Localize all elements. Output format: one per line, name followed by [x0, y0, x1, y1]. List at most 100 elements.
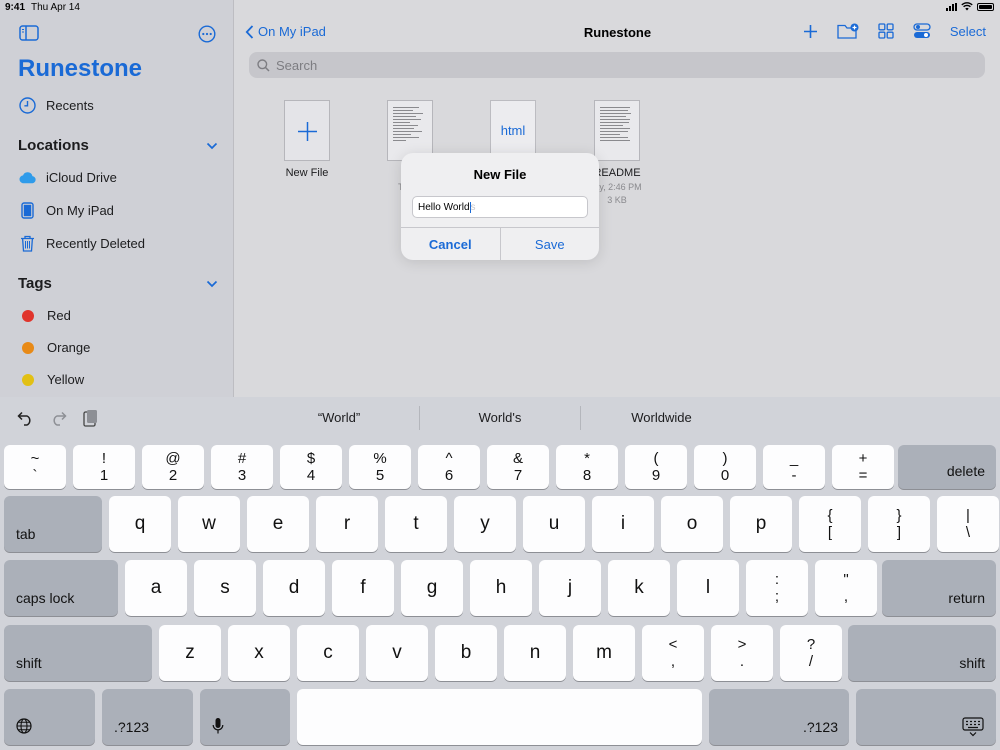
key-1[interactable]: ! 1 — [73, 445, 135, 489]
key-u[interactable]: u — [523, 496, 585, 552]
key-p[interactable]: p — [730, 496, 792, 552]
key-n[interactable]: n — [504, 625, 566, 681]
select-button[interactable]: Select — [950, 24, 986, 39]
key-3[interactable]: #3 — [211, 445, 273, 489]
redo-icon[interactable] — [50, 411, 67, 426]
caps-lock-key[interactable]: caps lock — [4, 560, 118, 616]
shift-left-key[interactable]: shift — [4, 625, 152, 681]
sidebar-tag-orange[interactable]: Orange — [18, 340, 90, 355]
key-k[interactable]: k — [608, 560, 670, 616]
key-6[interactable]: ^ 6 — [418, 445, 480, 489]
key-bottom-label: - — [791, 467, 797, 484]
key-sym-1[interactable]: >. — [711, 625, 773, 681]
key-s[interactable]: s — [194, 560, 256, 616]
key-8[interactable]: * 8 — [556, 445, 618, 489]
chevron-down-icon[interactable] — [206, 280, 218, 288]
chevron-down-icon[interactable] — [206, 142, 218, 150]
new-folder-icon[interactable] — [837, 23, 859, 39]
key-top-label: > — [737, 636, 747, 653]
key-4[interactable]: $4 — [280, 445, 342, 489]
key-0[interactable]: ~ ` — [4, 445, 66, 489]
space-key[interactable] — [297, 689, 702, 745]
key-7[interactable]: & 7 — [487, 445, 549, 489]
key-bracket-1[interactable]: }] — [868, 496, 930, 552]
key-sym-0[interactable]: <, — [642, 625, 704, 681]
file-item-new-file[interactable]: New File — [267, 100, 347, 179]
key-9[interactable]: (9 — [625, 445, 687, 489]
key-g[interactable]: g — [401, 560, 463, 616]
trash-icon — [21, 235, 34, 252]
grid-view-icon[interactable] — [878, 23, 894, 39]
return-key[interactable]: return — [882, 560, 996, 616]
key-bracket-0[interactable]: {[ — [799, 496, 861, 552]
key-y[interactable]: y — [454, 496, 516, 552]
key-m[interactable]: m — [573, 625, 635, 681]
sidebar-tag-red[interactable]: Red — [18, 308, 71, 323]
key-q[interactable]: q — [109, 496, 171, 552]
key-punct-0[interactable]: :; — [746, 560, 808, 616]
sidebar-item-recently-deleted[interactable]: Recently Deleted — [18, 235, 145, 252]
sidebar-tag-yellow[interactable]: Yellow — [18, 372, 84, 387]
key-5[interactable]: % 5 — [349, 445, 411, 489]
settings-toggle-icon[interactable] — [913, 23, 931, 39]
shift-right-key[interactable]: shift — [848, 625, 996, 681]
save-button[interactable]: Save — [501, 228, 600, 260]
more-options-icon[interactable] — [198, 25, 216, 43]
tab-key[interactable]: tab — [4, 496, 102, 552]
key-h[interactable]: h — [470, 560, 532, 616]
file-item-html[interactable]: html — [473, 100, 553, 161]
key-bracket-2[interactable]: | \ — [937, 496, 999, 552]
sidebar-item-label: Orange — [47, 340, 91, 355]
file-name-input[interactable]: Hello World s — [412, 196, 588, 218]
paste-icon[interactable] — [83, 409, 98, 427]
key-sym-2[interactable]: ? / — [780, 625, 842, 681]
suggestion-1[interactable]: “World” — [259, 410, 419, 425]
key-12[interactable]: + = — [832, 445, 894, 489]
key-c[interactable]: c — [297, 625, 359, 681]
delete-key[interactable]: delete — [898, 445, 996, 489]
dictation-key[interactable] — [200, 689, 290, 745]
tags-section-header[interactable]: Tags — [18, 275, 218, 292]
numbers-key-left[interactable]: .?123 — [102, 689, 193, 745]
key-w[interactable]: w — [178, 496, 240, 552]
key-d[interactable]: d — [263, 560, 325, 616]
globe-key[interactable] — [4, 689, 95, 745]
key-x[interactable]: x — [228, 625, 290, 681]
status-bar: 9:41 Thu Apr 14 — [0, 0, 1000, 14]
key-top-label: + — [858, 450, 868, 467]
key-b[interactable]: b — [435, 625, 497, 681]
sidebar-item-recents[interactable]: Recents — [18, 97, 94, 114]
sidebar-item-icloud-drive[interactable]: iCloud Drive — [18, 170, 117, 185]
key-t[interactable]: t — [385, 496, 447, 552]
plus-icon[interactable] — [803, 24, 818, 39]
key-2[interactable]: @2 — [142, 445, 204, 489]
key-11[interactable]: _ - — [763, 445, 825, 489]
key-label: m — [596, 642, 612, 663]
undo-icon[interactable] — [17, 411, 34, 426]
key-z[interactable]: z — [159, 625, 221, 681]
key-l[interactable]: l — [677, 560, 739, 616]
key-j[interactable]: j — [539, 560, 601, 616]
suggestion-3[interactable]: Worldwide — [581, 410, 742, 425]
battery-icon — [977, 2, 994, 11]
key-bottom-label: ` — [32, 467, 38, 484]
key-e[interactable]: e — [247, 496, 309, 552]
key-i[interactable]: i — [592, 496, 654, 552]
key-o[interactable]: o — [661, 496, 723, 552]
key-label: tab — [16, 526, 36, 542]
search-field[interactable]: Search — [249, 52, 985, 78]
cancel-button[interactable]: Cancel — [401, 228, 501, 260]
key-v[interactable]: v — [366, 625, 428, 681]
file-thumbnail: html — [490, 100, 536, 161]
key-a[interactable]: a — [125, 560, 187, 616]
dismiss-keyboard-key[interactable] — [856, 689, 996, 745]
locations-section-header[interactable]: Locations — [18, 137, 218, 154]
numbers-key-right[interactable]: .?123 — [709, 689, 849, 745]
suggestion-2[interactable]: World's — [420, 410, 580, 425]
key-f[interactable]: f — [332, 560, 394, 616]
key-10[interactable]: ) 0 — [694, 445, 756, 489]
key-r[interactable]: r — [316, 496, 378, 552]
sidebar-toggle-icon[interactable] — [19, 25, 39, 41]
sidebar-item-on-my-ipad[interactable]: On My iPad — [18, 202, 114, 219]
key-punct-1[interactable]: ", — [815, 560, 877, 616]
